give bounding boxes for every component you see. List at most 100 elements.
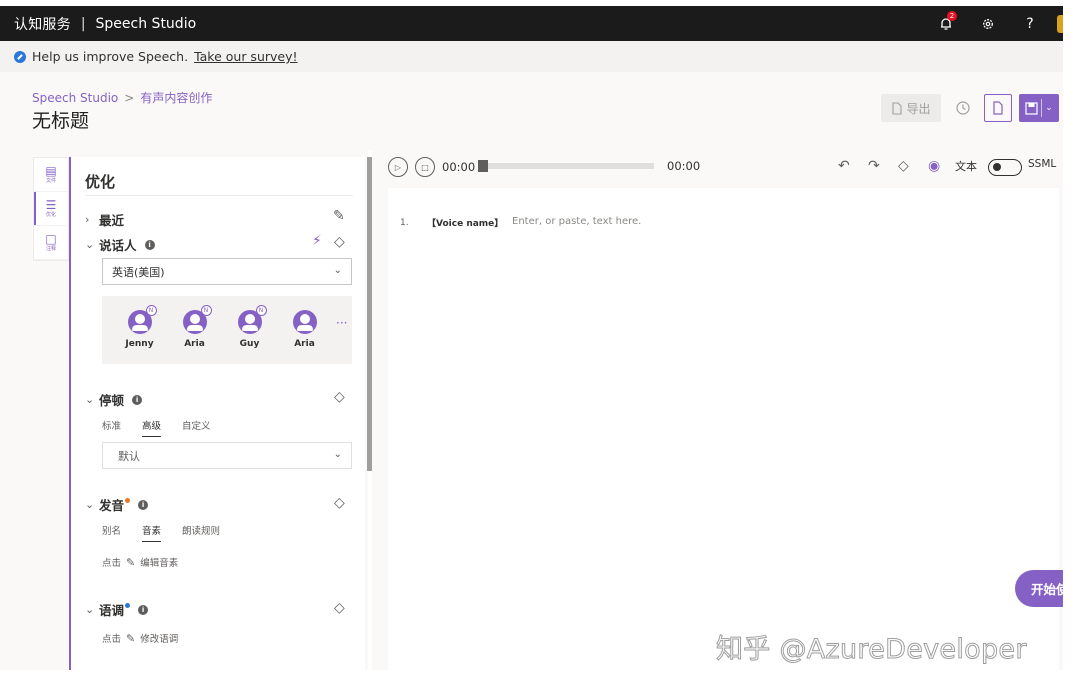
voice-item-aria-standard[interactable]: Aria (277, 310, 332, 349)
theme-button[interactable]: ◉ (928, 158, 940, 174)
pause-tabs: 标准 高级 自定义 (102, 418, 232, 437)
section-intonation[interactable]: ⌄ 语调 i (85, 600, 149, 619)
progress-thumb[interactable] (478, 160, 488, 172)
rail-item-file[interactable]: ▤ 文件 (34, 158, 68, 192)
brand-title[interactable]: 认知服务 (14, 14, 71, 34)
more-voices-icon[interactable]: ··· (336, 316, 347, 330)
hint-action[interactable]: 修改语调 (140, 631, 178, 645)
line-number: 1. (400, 218, 409, 228)
eraser-icon[interactable]: ◇ (334, 389, 345, 405)
rail-item-tune[interactable]: ☰ 优化 (34, 192, 68, 226)
side-rail: ▤ 文件 ☰ 优化 □ 注释 (33, 157, 69, 261)
breadcrumb-root[interactable]: Speech Studio (32, 91, 118, 105)
tab-alias[interactable]: 别名 (102, 523, 121, 542)
voice-name-tag[interactable]: 【Voice name】 (427, 216, 503, 229)
chevron-down-icon: ⌄ (85, 498, 95, 511)
palette-icon: ◉ (928, 158, 941, 174)
eraser-icon: ◇ (898, 158, 909, 174)
watermark: 知乎 @AzureDeveloper (716, 634, 1027, 666)
settings-button[interactable] (967, 6, 1009, 41)
stop-button[interactable]: □ (415, 157, 435, 177)
neural-badge: N (200, 305, 212, 316)
eraser-icon[interactable]: ◇ (334, 600, 345, 616)
chevron-down-icon: ⌄ (333, 265, 342, 276)
info-icon[interactable]: i (138, 499, 149, 510)
edit-icon[interactable]: ✎ (333, 208, 345, 224)
mode-toggle[interactable] (988, 159, 1022, 176)
panel-divider (85, 195, 353, 196)
sliders-icon: ☰ (45, 198, 57, 212)
start-label: 开始使 (1031, 582, 1067, 597)
ssml-mode-label[interactable]: SSML (1028, 158, 1056, 170)
text-mode-label[interactable]: 文本 (955, 158, 977, 174)
hint-action[interactable]: 编辑音素 (140, 555, 178, 569)
tab-phoneme[interactable]: 音素 (142, 523, 162, 542)
section-pause[interactable]: ⌄ 停顿 i (85, 390, 143, 409)
notifications-button[interactable]: 2 (925, 6, 967, 41)
page-header: Speech Studio > 有声内容创作 无标题 导出 ⌄ (0, 72, 1063, 150)
language-select[interactable]: 英语(美国) ⌄ (102, 258, 352, 285)
editor-placeholder[interactable]: Enter, or paste, text here. (512, 216, 641, 227)
undo-button[interactable]: ↶ (838, 158, 850, 174)
help-icon: ? (1026, 15, 1034, 32)
neural-badge: N (145, 305, 157, 316)
header-separator: | (80, 15, 86, 32)
new-file-button[interactable] (984, 94, 1012, 122)
text-editor[interactable]: 1. 【Voice name】 Enter, or paste, text he… (388, 188, 1059, 670)
eraser-icon[interactable]: ◇ (334, 234, 345, 250)
export-button[interactable]: 导出 (881, 94, 941, 122)
tuning-panel: 优化 › 最近 ✎ ⌄ 说话人 i ⚡ ◇ 英语(美国) ⌄ N Jenny N… (69, 157, 365, 670)
file-icon: ▤ (45, 164, 57, 178)
chevron-down-icon: ⌄ (333, 449, 342, 460)
pronunciation-hint: 点击 ✎ 编辑音素 (102, 555, 178, 570)
history-button[interactable] (948, 94, 978, 122)
voice-item-aria[interactable]: N Aria (167, 305, 222, 349)
voice-avatar-icon (292, 310, 317, 334)
export-icon (892, 101, 903, 115)
tab-standard[interactable]: 标准 (102, 418, 121, 437)
pencil-icon: ✎ (126, 555, 136, 569)
total-time: 00:00 (667, 159, 701, 173)
tab-reading-rules[interactable]: 朗读规则 (182, 523, 220, 542)
info-icon[interactable]: i (144, 239, 155, 250)
gear-icon (983, 18, 993, 29)
breadcrumb-current[interactable]: 有声内容创作 (140, 91, 212, 105)
top-header: 认知服务 | Speech Studio 2 ? (0, 6, 1063, 41)
redo-button[interactable]: ↷ (868, 158, 880, 174)
voice-item-guy[interactable]: N Guy (222, 305, 277, 349)
chevron-down-icon[interactable]: ⌄ (1045, 103, 1053, 113)
auto-voice-icon[interactable]: ⚡ (312, 233, 322, 249)
rail-item-label: 注释 (45, 246, 56, 252)
clear-button[interactable]: ◇ (898, 158, 909, 174)
section-recent[interactable]: › 最近 (85, 210, 124, 229)
info-icon[interactable]: i (138, 604, 149, 615)
survey-link[interactable]: Take our survey! (194, 49, 297, 64)
play-button[interactable]: ▷ (388, 157, 408, 177)
pronunciation-tabs: 别名 音素 朗读规则 (102, 523, 241, 542)
section-pronunciation-label: 发音 (99, 498, 125, 513)
hint-prefix: 点击 (102, 558, 122, 569)
page-title[interactable]: 无标题 (32, 106, 89, 133)
info-icon (14, 50, 26, 63)
info-icon[interactable]: i (132, 394, 143, 405)
progress-track[interactable] (478, 163, 654, 169)
section-pronunciation[interactable]: ⌄ 发音 i (85, 495, 149, 514)
chevron-down-icon: ⌄ (85, 603, 95, 616)
section-speaker[interactable]: ⌄ 说话人 i (85, 235, 155, 254)
rail-item-comments[interactable]: □ 注释 (34, 226, 68, 260)
tab-advanced[interactable]: 高级 (142, 418, 162, 437)
start-button[interactable]: 开始使 (1015, 570, 1067, 607)
voice-item-jenny[interactable]: N Jenny (112, 305, 167, 349)
section-speaker-label: 说话人 (99, 238, 137, 253)
undo-icon: ↶ (838, 158, 850, 174)
redo-icon: ↷ (868, 158, 880, 174)
save-button[interactable]: ⌄ (1019, 94, 1059, 122)
breadcrumb-separator: > (124, 91, 135, 105)
product-title[interactable]: Speech Studio (96, 16, 197, 32)
status-dot (125, 603, 131, 608)
eraser-icon[interactable]: ◇ (334, 495, 345, 511)
voice-avatar-icon: N (127, 305, 157, 334)
help-button[interactable]: ? (1009, 6, 1051, 41)
tab-custom[interactable]: 自定义 (182, 418, 211, 437)
pause-select[interactable]: 默认 ⌄ (102, 442, 352, 469)
